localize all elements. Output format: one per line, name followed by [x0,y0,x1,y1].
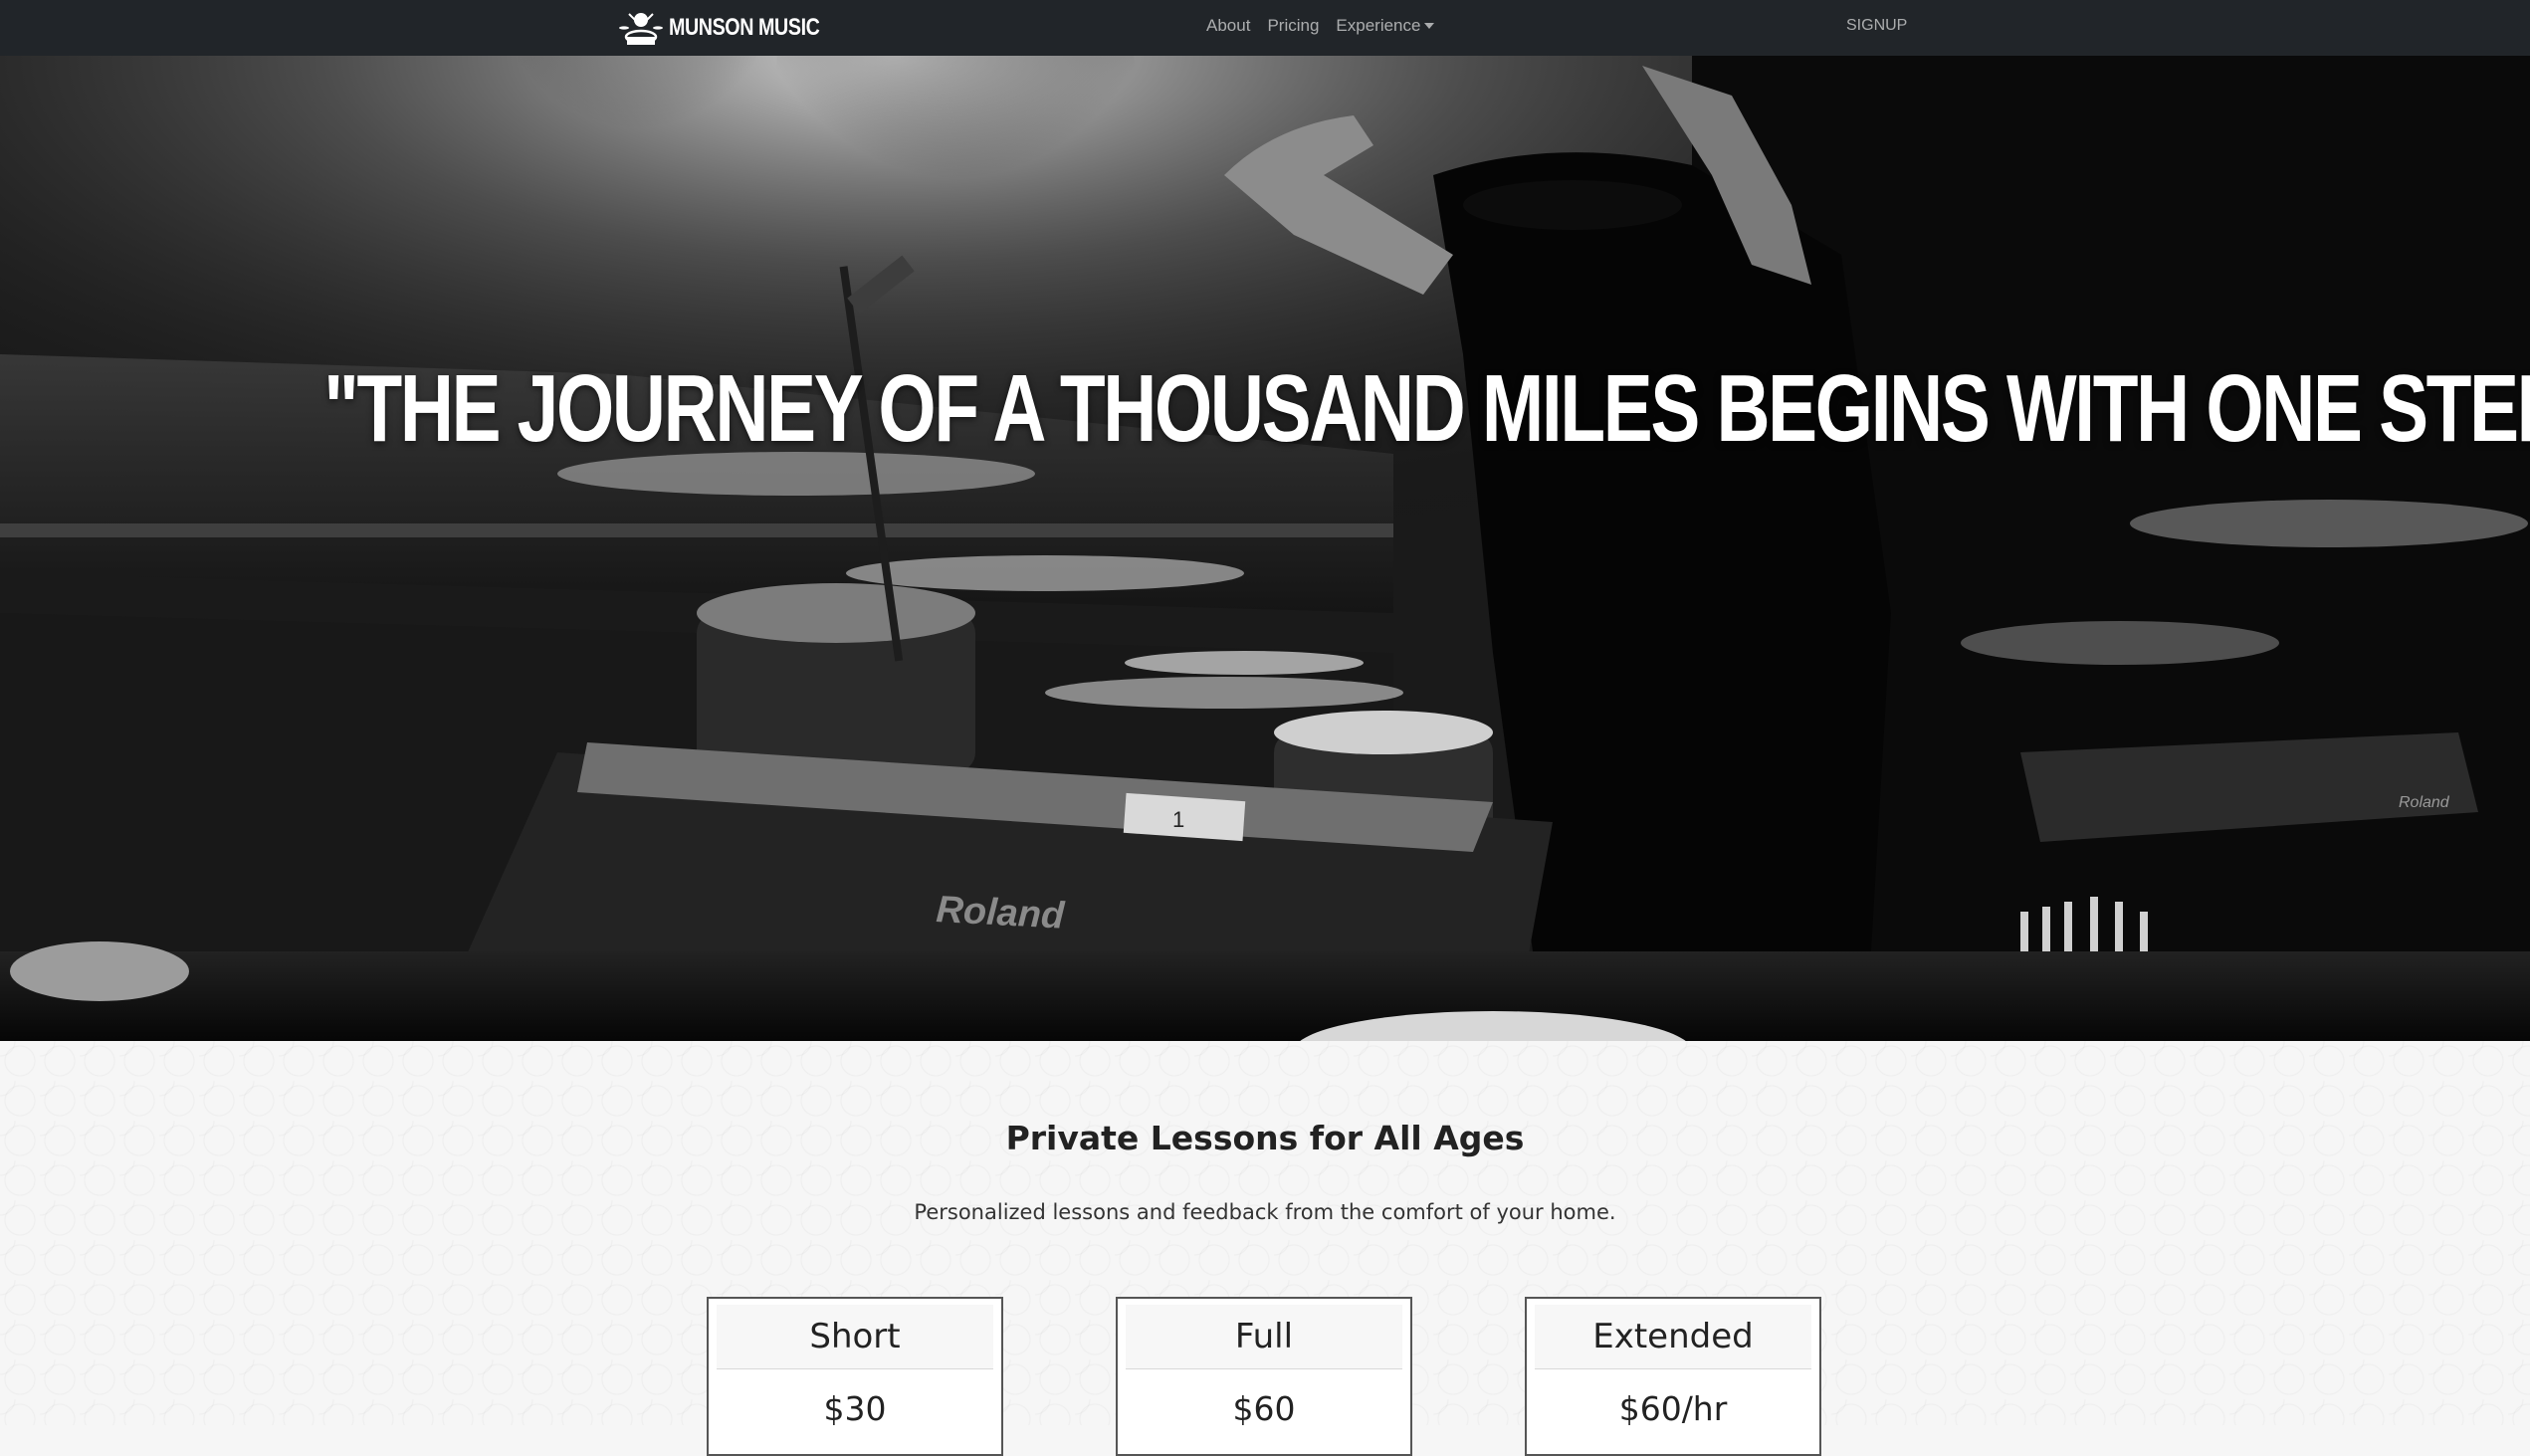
nav-dropdown-experience[interactable]: Experience [1336,16,1435,36]
card-header: Extended [1535,1305,1811,1369]
nav-links: About Pricing Experience [1206,0,1451,52]
top-navbar: MUNSON MUSIC About Pricing Experience SI… [0,0,2530,56]
signup-link[interactable]: SIGNUP [1846,0,1907,52]
card-price: $30 [823,1389,887,1428]
card-header: Full [1126,1305,1402,1369]
hero-quote: "THE JOURNEY OF A THOUSAND MILES BEGINS … [0,354,2530,464]
hero-quote-text: "THE JOURNEY OF A THOUSAND MILES BEGINS … [323,355,2530,462]
hero-banner: Roland 1 Roland "THE JOURNEY OF A THOUSA… [0,56,2530,1041]
roland-pad-label: Roland [2399,794,2450,811]
brand-link[interactable]: MUNSON MUSIC [619,5,853,50]
brand-name: MUNSON MUSIC [669,13,820,41]
card-price: $60 [1232,1389,1296,1428]
lessons-section: Private Lessons for All Ages Personalize… [0,1041,2530,1456]
pricing-card-short[interactable]: Short $30 [707,1297,1003,1456]
card-header: Short [717,1305,993,1369]
nav-link-experience-label: Experience [1336,16,1421,35]
roland-label: Roland [936,889,1067,937]
caret-down-icon [1424,23,1435,29]
drummer-logo-icon [619,12,663,45]
card-price: $60/hr [1618,1389,1728,1428]
nav-link-about[interactable]: About [1206,16,1250,36]
nav-link-pricing[interactable]: Pricing [1267,16,1319,36]
section-title: Private Lessons for All Ages [1005,1119,1525,1157]
hero-drummer-image: Roland 1 Roland [0,56,2530,1041]
pricing-card-extended[interactable]: Extended $60/hr [1525,1297,1821,1456]
section-subtitle: Personalized lessons and feedback from t… [914,1200,1616,1224]
keyboard-number-label: 1 [1172,807,1184,832]
pricing-card-full[interactable]: Full $60 [1116,1297,1412,1456]
